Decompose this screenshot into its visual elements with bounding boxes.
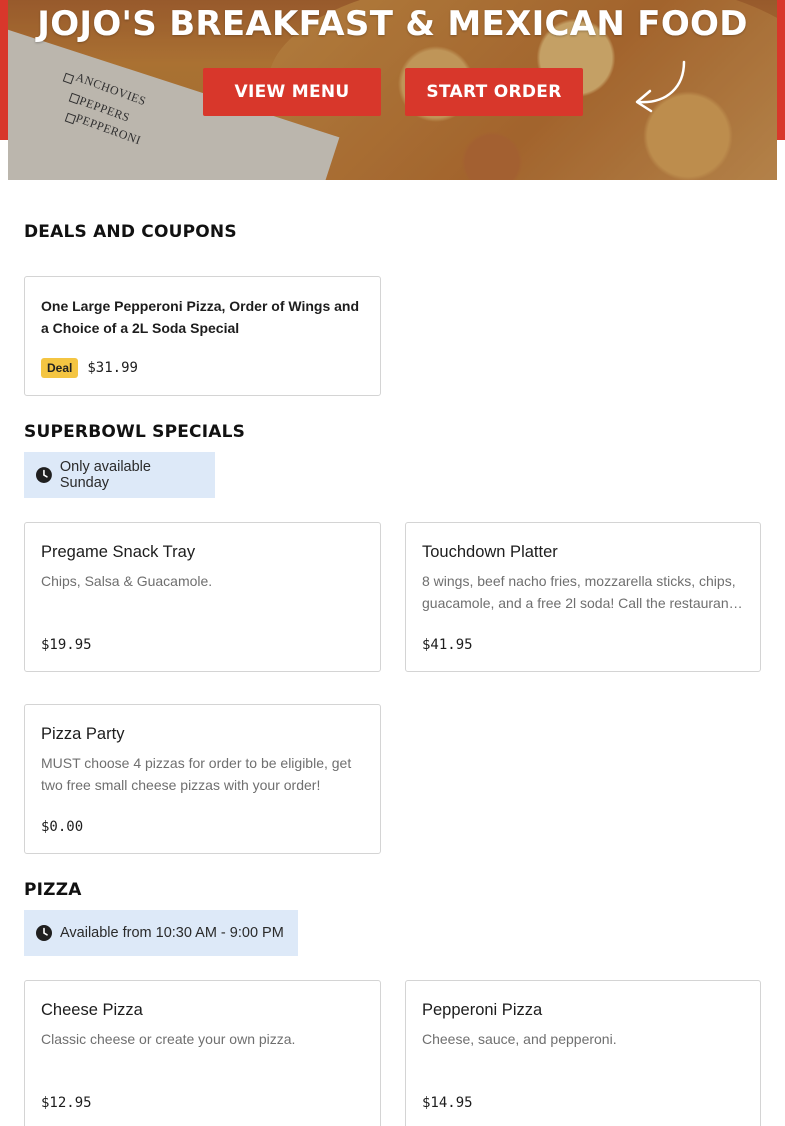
deal-price-row: Deal $31.99 bbox=[41, 358, 138, 378]
hero-banner: ANCHOVIES PEPPERS PEPPERONI JOJO'S BREAK… bbox=[8, 0, 777, 180]
deal-name: One Large Pepperoni Pizza, Order of Wing… bbox=[41, 298, 360, 336]
availability-text: Only available Sunday bbox=[59, 459, 151, 491]
item-description: Cheese, sauce, and pepperoni. bbox=[422, 1031, 617, 1047]
availability-banner: Available from 10:30 AM - 9:00 PM bbox=[24, 910, 298, 956]
superbowl-section-title: SUPERBOWL SPECIALS bbox=[24, 422, 246, 442]
menu-item-card[interactable]: Pepperoni Pizza Cheese, sauce, and peppe… bbox=[405, 980, 761, 1126]
view-menu-button[interactable]: VIEW MENU bbox=[203, 68, 381, 116]
availability-text: Available from 10:30 AM - 9:00 PM bbox=[60, 925, 284, 941]
item-name: Pizza Party bbox=[41, 725, 125, 743]
deal-price: $31.99 bbox=[87, 360, 138, 376]
item-name: Cheese Pizza bbox=[41, 1001, 143, 1019]
item-description: MUST choose 4 pizzas for order to be eli… bbox=[41, 755, 352, 793]
item-description: Chips, Salsa & Guacamole. bbox=[41, 573, 213, 589]
item-price: $14.95 bbox=[422, 1095, 473, 1111]
clock-icon bbox=[36, 925, 52, 941]
item-name: Touchdown Platter bbox=[422, 543, 558, 561]
deals-section-title: DEALS AND COUPONS bbox=[24, 222, 237, 242]
item-name: Pepperoni Pizza bbox=[422, 1001, 543, 1019]
item-name: Pregame Snack Tray bbox=[41, 543, 196, 561]
restaurant-title: JOJO'S BREAKFAST & MEXICAN FOOD bbox=[37, 4, 748, 44]
item-price: $12.95 bbox=[41, 1095, 92, 1111]
start-order-button[interactable]: START ORDER bbox=[405, 68, 583, 116]
pizza-section-title: PIZZA bbox=[24, 880, 82, 900]
clock-icon bbox=[36, 467, 52, 483]
deal-badge: Deal bbox=[41, 358, 79, 378]
menu-item-card[interactable]: Pizza Party MUST choose 4 pizzas for ord… bbox=[24, 704, 381, 854]
item-price: $41.95 bbox=[422, 637, 473, 653]
availability-banner: Only available Sunday bbox=[24, 452, 215, 498]
item-description: Classic cheese or create your own pizza. bbox=[41, 1031, 296, 1047]
menu-item-card[interactable]: Touchdown Platter 8 wings, beef nacho fr… bbox=[405, 522, 761, 672]
item-price: $19.95 bbox=[41, 637, 92, 653]
item-price: $0.00 bbox=[41, 819, 84, 835]
curved-arrow-icon bbox=[635, 60, 686, 113]
menu-item-card[interactable]: Pregame Snack Tray Chips, Salsa & Guacam… bbox=[24, 522, 381, 672]
item-description: 8 wings, beef nacho fries, mozzarella st… bbox=[422, 573, 736, 611]
menu-item-card[interactable]: Cheese Pizza Classic cheese or create yo… bbox=[24, 980, 381, 1126]
deal-card[interactable]: One Large Pepperoni Pizza, Order of Wing… bbox=[24, 276, 381, 396]
